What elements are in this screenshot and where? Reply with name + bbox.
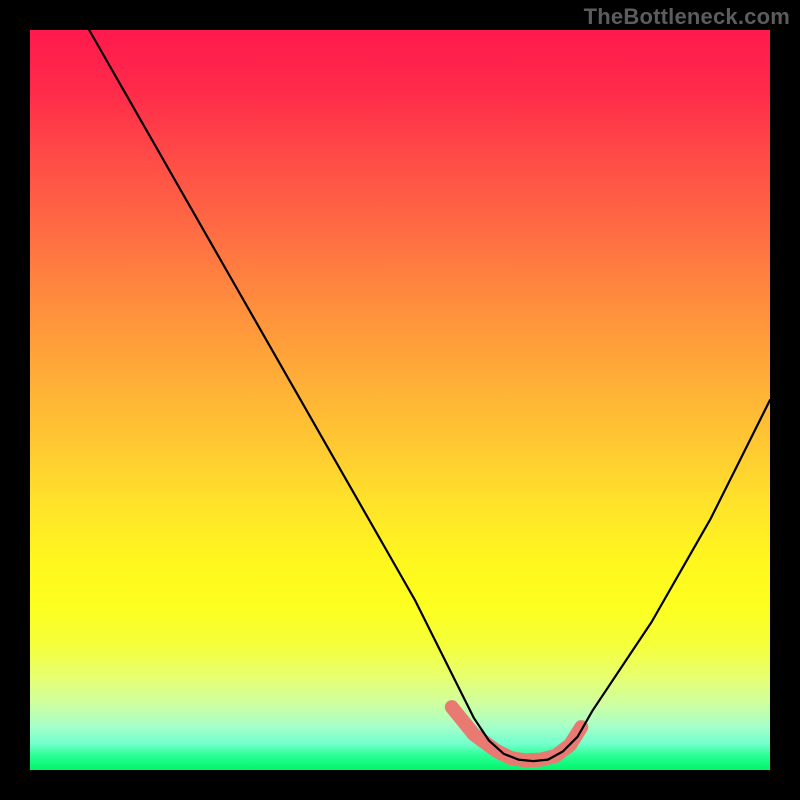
plot-area	[30, 30, 770, 770]
chart-frame: TheBottleneck.com	[0, 0, 800, 800]
watermark-text: TheBottleneck.com	[584, 4, 790, 30]
bottleneck-curve	[89, 30, 770, 761]
chart-svg	[30, 30, 770, 770]
